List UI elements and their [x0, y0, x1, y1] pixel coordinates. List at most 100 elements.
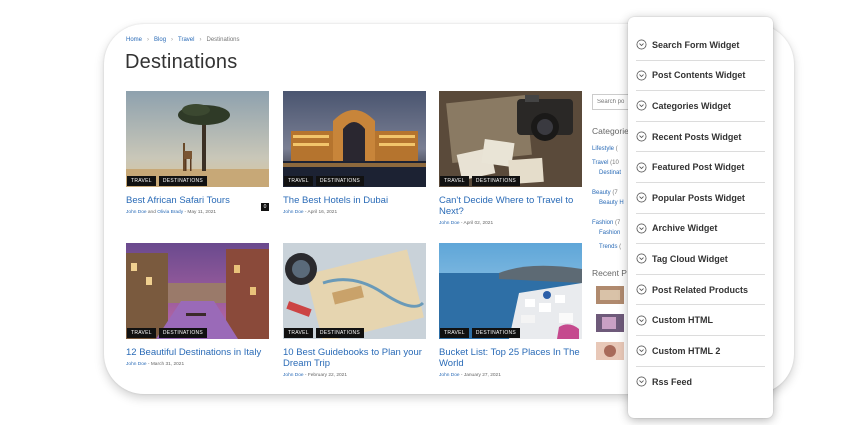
post-title[interactable]: Can't Decide Where to Travel to Next? — [439, 195, 582, 217]
widget-label: Rss Feed — [652, 376, 693, 387]
author-conjunction: and — [147, 210, 156, 215]
post-card: TRAVEL DESTINATIONS Can't Decide Where t… — [439, 91, 582, 226]
widget-categories[interactable]: Categories Widget — [636, 91, 765, 122]
widget-list-panel: Search Form Widget Post Contents Widget … — [628, 17, 773, 418]
widget-archive[interactable]: Archive Widget — [636, 214, 765, 245]
post-tags: TRAVEL DESTINATIONS — [440, 328, 521, 338]
post-date: May 11, 2021 — [187, 210, 217, 215]
recent-post-thumbnail[interactable] — [596, 314, 624, 332]
widget-popular-posts[interactable]: Popular Posts Widget — [636, 183, 765, 214]
widget-featured-post[interactable]: Featured Post Widget — [636, 152, 765, 183]
post-meta: John Doe - April 02, 2021 — [439, 221, 582, 226]
post-title[interactable]: The Best Hotels in Dubai — [283, 195, 426, 206]
widget-label: Archive Widget — [652, 223, 718, 234]
post-thumbnail-dubai[interactable]: TRAVEL DESTINATIONS — [283, 91, 426, 187]
widget-post-contents[interactable]: Post Contents Widget — [636, 61, 765, 92]
tag-travel[interactable]: TRAVEL — [284, 176, 313, 186]
widget-search-form[interactable]: Search Form Widget — [636, 30, 765, 61]
recent-post-thumbnail[interactable] — [596, 286, 624, 304]
widget-label: Featured Post Widget — [652, 162, 745, 173]
post-author-2[interactable]: Olivia Brady — [157, 210, 183, 215]
post-author[interactable]: John Doe — [283, 210, 304, 215]
venice-canal-image — [126, 243, 269, 339]
vintage-camera-image — [439, 91, 582, 187]
guidebook-map-image — [283, 243, 426, 339]
post-thumbnail-guidebook[interactable]: TRAVEL DESTINATIONS — [283, 243, 426, 339]
post-thumbnail-venice[interactable]: TRAVEL DESTINATIONS — [126, 243, 269, 339]
breadcrumb-current: Destinations — [206, 37, 240, 43]
post-tags: TRAVEL DESTINATIONS — [284, 328, 365, 338]
post-date: March 31, 2021 — [150, 362, 185, 367]
circle-chevron-down-icon — [636, 253, 647, 264]
widget-label: Tag Cloud Widget — [652, 253, 728, 264]
post-card: TRAVEL DESTINATIONS 10 Best Guidebooks t… — [283, 243, 426, 378]
widget-tag-cloud[interactable]: Tag Cloud Widget — [636, 244, 765, 275]
tag-travel[interactable]: TRAVEL — [127, 176, 156, 186]
post-title[interactable]: 10 Best Guidebooks to Plan your Dream Tr… — [283, 347, 426, 369]
breadcrumb-blog[interactable]: Blog — [154, 37, 166, 43]
safari-image — [126, 91, 269, 187]
post-title[interactable]: Bucket List: Top 25 Places In The World — [439, 347, 582, 369]
post-date: January 27, 2021 — [463, 373, 501, 378]
post-meta: John Doe - February 22, 2021 — [283, 373, 426, 378]
post-author[interactable]: John Doe — [283, 373, 304, 378]
tag-travel[interactable]: TRAVEL — [440, 176, 469, 186]
circle-chevron-down-icon — [636, 284, 647, 295]
screenshot-stage: Home › Blog › Travel › Destinations Dest… — [0, 0, 853, 425]
tag-destinations[interactable]: DESTINATIONS — [315, 328, 365, 338]
santorini-image — [439, 243, 582, 339]
post-title[interactable]: 12 Beautiful Destinations in Italy — [126, 347, 269, 358]
tag-travel[interactable]: TRAVEL — [284, 328, 313, 338]
post-meta: John Doe - January 27, 2021 — [439, 373, 582, 378]
post-card: TRAVEL DESTINATIONS 12 Beautiful Destina… — [126, 243, 269, 367]
tag-destinations[interactable]: DESTINATIONS — [158, 328, 208, 338]
dubai-hotel-image — [283, 91, 426, 187]
circle-chevron-down-icon — [636, 39, 647, 50]
breadcrumb-separator-icon: › — [147, 37, 150, 43]
post-date: February 22, 2021 — [307, 373, 348, 378]
post-card: TRAVEL DESTINATIONS The Best Hotels in D… — [283, 91, 426, 215]
widget-label: Popular Posts Widget — [652, 192, 745, 203]
post-meta: John Doe and Olivia Brady - May 11, 2021 — [126, 210, 269, 215]
breadcrumb-separator-icon: › — [199, 37, 202, 43]
widget-custom-html-2[interactable]: Custom HTML 2 — [636, 336, 765, 367]
post-thumbnail-safari[interactable]: TRAVEL DESTINATIONS — [126, 91, 269, 187]
post-author[interactable]: John Doe — [439, 221, 460, 226]
post-meta: John Doe - April 16, 2021 — [283, 210, 426, 215]
post-tags: TRAVEL DESTINATIONS — [127, 176, 208, 186]
widget-label: Custom HTML — [652, 315, 713, 326]
breadcrumb-travel[interactable]: Travel — [178, 37, 194, 43]
post-thumbnail-camera[interactable]: TRAVEL DESTINATIONS — [439, 91, 582, 187]
post-thumbnail-santorini[interactable]: TRAVEL DESTINATIONS — [439, 243, 582, 339]
circle-chevron-down-icon — [636, 100, 647, 111]
tag-travel[interactable]: TRAVEL — [127, 328, 156, 338]
widget-label: Categories Widget — [652, 100, 731, 111]
breadcrumb-separator-icon: › — [171, 37, 174, 43]
circle-chevron-down-icon — [636, 345, 647, 356]
post-author[interactable]: John Doe — [126, 210, 147, 215]
tag-travel[interactable]: TRAVEL — [440, 328, 469, 338]
tag-destinations[interactable]: DESTINATIONS — [471, 328, 521, 338]
circle-chevron-down-icon — [636, 315, 647, 326]
tag-destinations[interactable]: DESTINATIONS — [471, 176, 521, 186]
post-author[interactable]: John Doe — [439, 373, 460, 378]
post-tags: TRAVEL DESTINATIONS — [127, 328, 208, 338]
tag-destinations[interactable]: DESTINATIONS — [158, 176, 208, 186]
widget-recent-posts[interactable]: Recent Posts Widget — [636, 122, 765, 153]
post-author[interactable]: John Doe — [126, 362, 147, 367]
circle-chevron-down-icon — [636, 223, 647, 234]
widget-rss-feed[interactable]: Rss Feed — [636, 367, 765, 398]
post-meta: John Doe - March 31, 2021 — [126, 362, 269, 367]
widget-post-related-products[interactable]: Post Related Products — [636, 275, 765, 306]
post-title[interactable]: Best African Safari Tours — [126, 195, 269, 206]
post-date: April 16, 2021 — [307, 210, 338, 215]
widget-custom-html[interactable]: Custom HTML — [636, 305, 765, 336]
post-date: April 02, 2021 — [463, 221, 494, 226]
comment-count-badge[interactable]: 0 — [261, 203, 269, 211]
post-tags: TRAVEL DESTINATIONS — [284, 176, 365, 186]
recent-post-thumbnail[interactable] — [596, 342, 624, 360]
breadcrumb-home[interactable]: Home — [126, 37, 142, 43]
widget-label: Post Related Products — [652, 284, 749, 295]
tag-destinations[interactable]: DESTINATIONS — [315, 176, 365, 186]
widget-label: Recent Posts Widget — [652, 131, 742, 142]
